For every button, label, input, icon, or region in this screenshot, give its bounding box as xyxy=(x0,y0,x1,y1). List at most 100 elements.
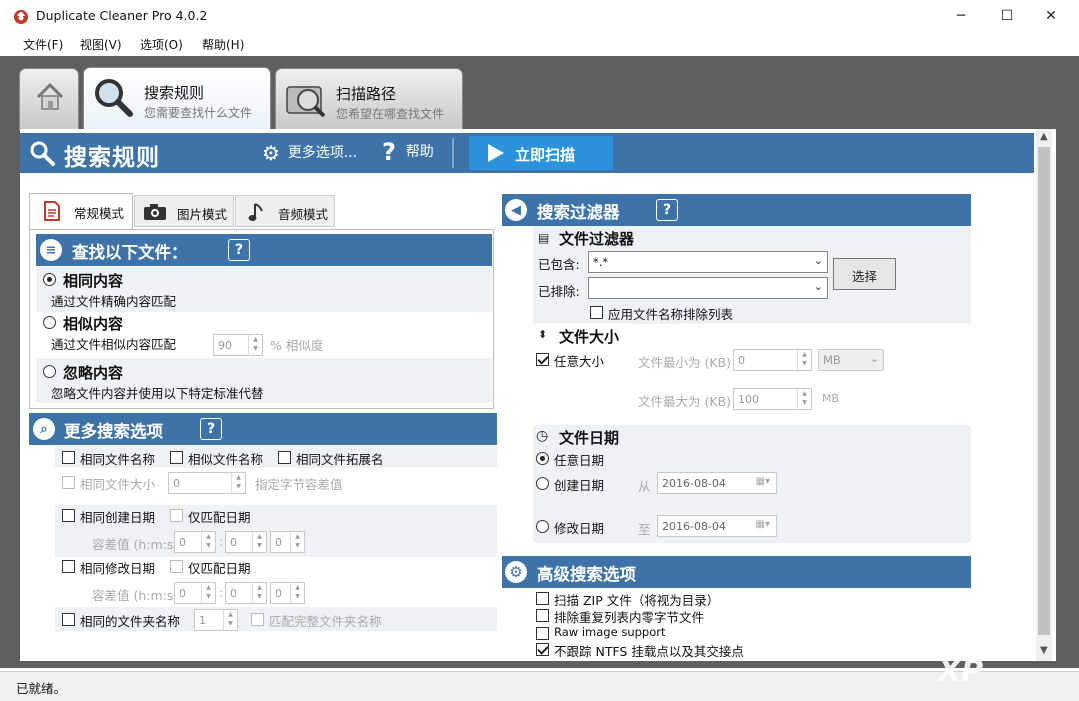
mode-tab-image[interactable]: 图片模式 xyxy=(134,195,234,227)
colon-separator: : xyxy=(219,534,224,549)
checkbox-scan-zip[interactable] xyxy=(536,592,549,605)
help-button[interactable]: ? 帮助 xyxy=(382,138,434,166)
to-date-picker[interactable]: 2016-08-04 ▦▾ xyxy=(657,515,777,537)
exclude-label: 已排除: xyxy=(538,284,580,299)
checkbox-modify-date-only[interactable] xyxy=(170,560,183,573)
help-label: 帮助 xyxy=(405,144,434,160)
title-bar: Duplicate Cleaner Pro 4.0.2 ─ ☐ ✕ xyxy=(0,0,1079,32)
checkbox-same-create[interactable] xyxy=(62,509,75,522)
checkbox-same-modify[interactable] xyxy=(62,560,75,573)
any-date-label: 任意日期 xyxy=(554,453,605,468)
status-bar: 已就绪。 xyxy=(0,671,1079,701)
tab-home[interactable] xyxy=(19,68,79,130)
include-combo[interactable]: *.* ⌄ xyxy=(588,251,828,273)
tab-scan-paths-sub: 您希望在哪查找文件 xyxy=(336,107,445,121)
tab-search-rules[interactable]: 搜索规则 您需要查找什么文件 xyxy=(83,67,271,131)
same-size-label: 相同文件大小 xyxy=(80,477,156,492)
radio-create-date[interactable] xyxy=(536,477,549,490)
advanced-header: ⚙ 高级搜索选项 xyxy=(502,556,971,588)
folder-level-spinner[interactable]: 1 ▲ ▼ xyxy=(194,609,238,631)
chevron-down-icon: ⌄ xyxy=(813,254,823,267)
checkbox-same-name[interactable] xyxy=(62,451,75,464)
checkbox-any-size[interactable] xyxy=(536,353,549,366)
checkbox-same-ext[interactable] xyxy=(278,451,291,464)
same-folder-label: 相同的文件夹名称 xyxy=(80,614,181,629)
radio-any-date[interactable] xyxy=(536,452,549,465)
more-options-button[interactable]: ⚙ 更多选项... xyxy=(262,141,357,165)
checkbox-raw-image[interactable] xyxy=(536,627,549,640)
gear-icon: ⚙ xyxy=(262,141,280,165)
camera-icon xyxy=(144,204,166,220)
scroll-up-icon[interactable]: ▲ xyxy=(1040,131,1048,142)
file-date-title: 文件日期 xyxy=(559,429,620,447)
modify-hour-spinner[interactable]: 0 ▲ ▼ xyxy=(174,582,216,604)
max-size-spinner[interactable]: 100 ▲ ▼ xyxy=(733,388,812,410)
select-button[interactable]: 选择 xyxy=(833,258,896,290)
size-tolerance-spinner[interactable]: 0 ▲ ▼ xyxy=(168,472,246,494)
mode-tab-audio[interactable]: 音频模式 xyxy=(235,195,335,227)
list-icon: ▤ xyxy=(538,231,550,245)
status-text: 已就绪。 xyxy=(16,681,67,696)
menu-options[interactable]: 选项(O) xyxy=(140,36,183,53)
menu-help[interactable]: 帮助(H) xyxy=(202,36,244,53)
mode-tab-normal[interactable]: 常规模式 xyxy=(29,193,133,229)
apply-exclude-label: 应用文件名称排除列表 xyxy=(608,307,734,322)
no-ntfs-label: 不跟踪 NTFS 挂载点以及其交接点 xyxy=(554,644,744,659)
scroll-thumb[interactable] xyxy=(1038,147,1050,635)
menu-view[interactable]: 视图(V) xyxy=(80,36,122,53)
exclude-combo[interactable]: ⌄ xyxy=(588,277,828,299)
checkbox-same-folder[interactable] xyxy=(62,613,75,626)
tab-scan-paths[interactable]: 扫描路径 您希望在哪查找文件 xyxy=(275,68,463,130)
min-unit-combo[interactable]: MB ⌄ xyxy=(818,349,884,371)
file-filter-title: 文件过滤器 xyxy=(559,230,635,248)
modify-minute-spinner[interactable]: 0 ▲ ▼ xyxy=(225,582,267,604)
same-create-label: 相同创建日期 xyxy=(80,510,156,525)
checkbox-match-full-folder[interactable] xyxy=(251,613,264,626)
vertical-scrollbar[interactable]: ▲ ▼ xyxy=(1036,129,1052,661)
maximize-button[interactable]: ☐ xyxy=(984,0,1030,32)
checkbox-no-ntfs[interactable] xyxy=(536,643,549,656)
search-filters-title: 搜索过滤器 xyxy=(537,203,620,222)
tab-scan-paths-label: 扫描路径 xyxy=(336,85,397,103)
scroll-down-icon[interactable]: ▼ xyxy=(1040,645,1048,656)
radio-modify-date[interactable] xyxy=(536,520,549,533)
list-icon: ≡ xyxy=(40,239,62,261)
minimize-button[interactable]: ─ xyxy=(938,0,984,32)
filters-help-icon[interactable]: ? xyxy=(656,199,678,221)
more-options-header: ⌕ 更多搜索选项 ? xyxy=(29,413,497,445)
find-help-icon[interactable]: ? xyxy=(228,239,250,261)
any-size-label: 任意大小 xyxy=(554,354,605,369)
close-button[interactable]: ✕ xyxy=(1028,0,1074,32)
radio-ignore-content[interactable] xyxy=(43,365,56,378)
same-content-desc: 通过文件精确内容匹配 xyxy=(51,294,177,309)
create-second-spinner[interactable]: 0 ▲ ▼ xyxy=(270,531,305,553)
match-full-folder-label: 匹配完整文件夹名称 xyxy=(269,614,382,629)
similar-content-label: 相似内容 xyxy=(63,315,124,333)
scan-now-button[interactable]: 立即扫描 xyxy=(469,136,613,170)
banner-divider xyxy=(452,138,454,168)
chevron-down-icon: ⌄ xyxy=(869,352,879,365)
checkbox-similar-name[interactable] xyxy=(170,451,183,464)
min-size-spinner[interactable]: 0 ▲ ▼ xyxy=(733,349,812,371)
size-hint: 指定字节容差值 xyxy=(255,477,343,492)
similarity-spinner[interactable]: 90 ▲ ▼ xyxy=(213,334,263,356)
create-hour-spinner[interactable]: 0 ▲ ▼ xyxy=(174,531,216,553)
ignore-content-desc: 忽略文件内容并使用以下特定标准代替 xyxy=(51,386,264,401)
create-minute-spinner[interactable]: 0 ▲ ▼ xyxy=(225,531,267,553)
mode-tab-audio-label: 音频模式 xyxy=(278,207,329,222)
clock-icon: ◷ xyxy=(536,428,549,444)
checkbox-exclude-zero[interactable] xyxy=(536,609,549,622)
search-filters-header: ◀ 搜索过滤器 ? xyxy=(502,194,971,226)
checkbox-apply-exclude-list[interactable] xyxy=(590,306,603,319)
radio-similar-content[interactable] xyxy=(43,316,56,329)
modify-second-spinner[interactable]: 0 ▲ ▼ xyxy=(270,582,305,604)
advanced-title: 高级搜索选项 xyxy=(537,565,636,584)
from-date-picker[interactable]: 2016-08-04 ▦▾ xyxy=(657,472,777,494)
max-unit-label: MB xyxy=(822,392,840,405)
menu-file[interactable]: 文件(F) xyxy=(23,36,63,53)
checkbox-create-date-only[interactable] xyxy=(170,509,183,522)
more-options-label: 更多选项... xyxy=(287,145,358,161)
more-help-icon[interactable]: ? xyxy=(200,418,222,440)
checkbox-same-size[interactable] xyxy=(62,476,75,489)
radio-same-content[interactable] xyxy=(43,273,56,286)
